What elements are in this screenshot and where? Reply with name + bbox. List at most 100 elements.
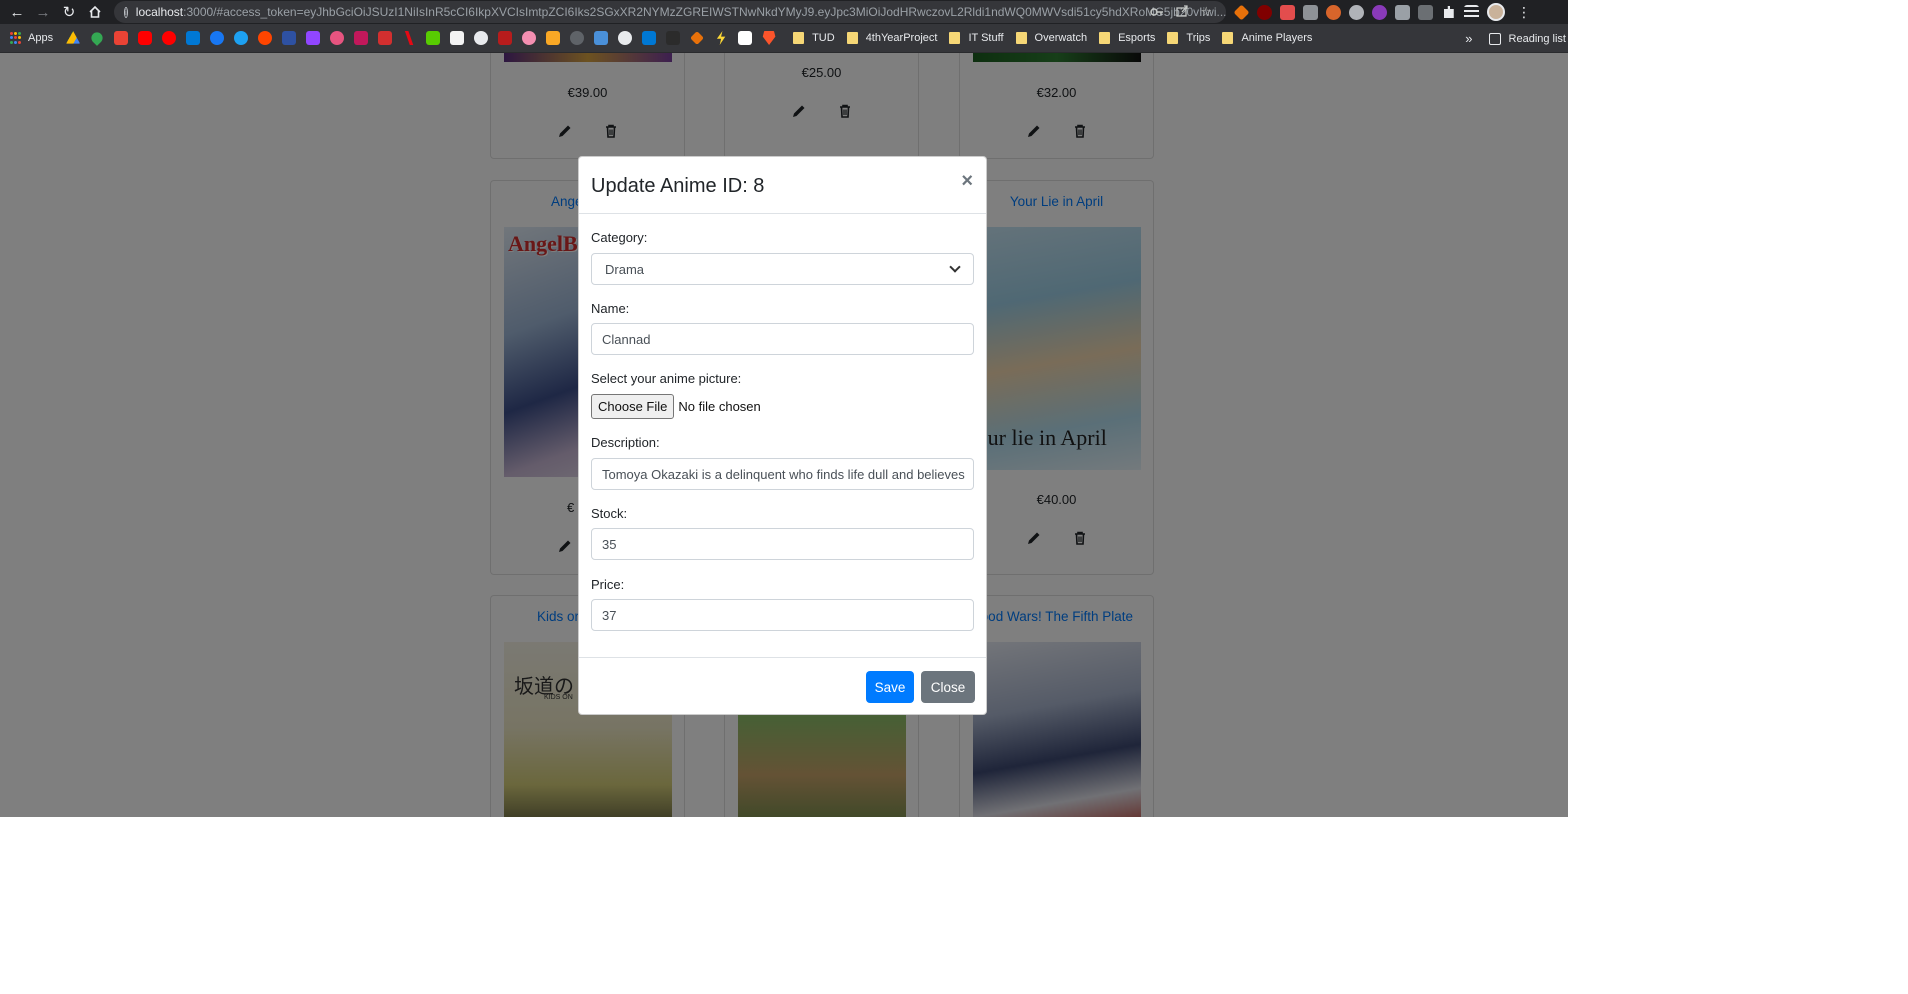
bookmark-folder-esports[interactable]: Esports xyxy=(1099,32,1155,44)
bookmark-orange-icon[interactable] xyxy=(546,31,561,45)
folder-label: Trips xyxy=(1186,32,1211,44)
address-bar[interactable]: i localhost:3000/#access_token=eyJhbGciO… xyxy=(114,1,1226,23)
url-rest: :3000/#access_token=eyJhbGciOiJSUzI1NiIs… xyxy=(183,5,1226,19)
folder-icon xyxy=(1015,32,1027,44)
modal-header: Update Anime ID: 8 × xyxy=(579,157,986,214)
save-button[interactable]: Save xyxy=(866,671,914,703)
more-bookmarks-chevron-icon[interactable]: » xyxy=(1465,31,1472,46)
bookmark-star-icon[interactable]: ☆ xyxy=(1200,4,1212,20)
folder-label: IT Stuff xyxy=(968,32,1004,44)
bookmark-diamond-icon[interactable] xyxy=(690,31,705,45)
home-icon[interactable] xyxy=(82,0,108,24)
extension-diamond-icon[interactable] xyxy=(1233,4,1250,20)
bookmark-folder-trips[interactable]: Trips xyxy=(1167,32,1210,44)
apps-label: Apps xyxy=(28,32,54,44)
modal-title: Update Anime ID: 8 xyxy=(591,175,765,197)
drive-icon[interactable] xyxy=(66,31,81,44)
menu-kebab-icon[interactable]: ⋮ xyxy=(1517,4,1531,21)
netflix-icon[interactable] xyxy=(404,31,414,45)
extension-screen-icon[interactable] xyxy=(1395,4,1410,20)
extension-purple-icon[interactable] xyxy=(1372,4,1387,20)
folder-label: Overwatch xyxy=(1034,32,1088,44)
folder-label: Anime Players xyxy=(1241,32,1313,44)
outlook-icon[interactable] xyxy=(186,31,201,45)
bookmark-dark-icon[interactable] xyxy=(498,31,513,45)
modal-footer-divider xyxy=(579,657,986,658)
bookmark-folder-4thyearproject[interactable]: 4thYearProject xyxy=(846,32,938,44)
bookmark-blue-square-icon[interactable] xyxy=(594,31,609,45)
price-input[interactable]: 37 xyxy=(591,599,974,631)
puzzle-icon[interactable] xyxy=(1444,6,1454,18)
description-input[interactable]: Tomoya Okazaki is a delinquent who finds… xyxy=(591,458,974,490)
category-select[interactable]: Drama xyxy=(591,253,974,285)
profile-avatar[interactable] xyxy=(1487,3,1505,21)
apps-grid-icon xyxy=(10,32,22,44)
site-info-icon[interactable]: i xyxy=(124,6,128,18)
name-input[interactable]: Clannad xyxy=(591,323,974,355)
file-input[interactable]: Choose File No file chosen xyxy=(591,394,761,419)
brave-icon[interactable] xyxy=(762,31,776,45)
extension-face-icon[interactable] xyxy=(1349,4,1364,20)
description-label: Description: xyxy=(591,435,660,450)
bookmark-globe-icon[interactable] xyxy=(474,31,489,45)
price-label: Price: xyxy=(591,577,625,592)
bookmark-folder-tud[interactable]: TUD xyxy=(793,32,835,44)
folder-label: Esports xyxy=(1118,32,1156,44)
reading-list-icon[interactable] xyxy=(1488,32,1501,45)
bookmark-folder-anime-players[interactable]: Anime Players xyxy=(1222,32,1312,44)
reddit-icon[interactable] xyxy=(258,31,273,45)
extensions-area: ⋮ xyxy=(1233,0,1531,24)
bookmark-pink-icon[interactable] xyxy=(330,31,345,45)
facebook-icon[interactable] xyxy=(210,31,225,45)
close-x-icon[interactable]: × xyxy=(961,171,973,191)
choose-file-button[interactable]: Choose File xyxy=(591,394,675,419)
twitch-icon[interactable] xyxy=(306,31,321,45)
bookmark-ninja-icon[interactable] xyxy=(378,31,393,45)
key-icon[interactable] xyxy=(1150,5,1164,20)
queue-icon[interactable] xyxy=(1464,4,1479,20)
extension-fox-icon[interactable] xyxy=(1326,4,1341,20)
maps-icon[interactable] xyxy=(89,30,105,46)
update-anime-modal: Update Anime ID: 8 × Category: Drama Nam… xyxy=(578,156,987,715)
folder-icon xyxy=(793,32,805,44)
stock-input[interactable]: 35 xyxy=(591,528,974,560)
azure-devops-icon[interactable] xyxy=(642,31,657,45)
bookmark-black-icon[interactable] xyxy=(666,31,681,45)
bookmark-pink-circle-icon[interactable] xyxy=(522,31,537,45)
name-label: Name: xyxy=(591,301,630,316)
bookmark-apps[interactable]: Apps xyxy=(10,32,53,44)
browser-toolbar: ← → ↻ i localhost:3000/#access_token=eyJ… xyxy=(0,0,1568,24)
bookmark-folder-it-stuff[interactable]: IT Stuff xyxy=(949,32,1004,44)
bookmark-anime-icon[interactable] xyxy=(354,31,369,45)
extension-red-icon[interactable] xyxy=(1280,4,1295,20)
share-icon[interactable] xyxy=(1176,4,1188,20)
bookmarks-bar: Apps TUD 4thYearProject IT Stuff Overwat… xyxy=(0,24,1568,53)
chevron-down-icon xyxy=(949,261,961,273)
back-arrow-icon[interactable]: ← xyxy=(4,0,30,24)
extension-grey-icon[interactable] xyxy=(1303,4,1318,20)
folder-icon xyxy=(949,32,961,44)
github-icon[interactable] xyxy=(618,31,633,45)
twitter-icon[interactable] xyxy=(234,31,249,45)
youtube-icon[interactable] xyxy=(138,31,153,45)
picture-label: Select your anime picture: xyxy=(591,371,742,386)
bookmark-notion-icon[interactable] xyxy=(738,31,753,45)
myanimelist-icon[interactable] xyxy=(282,31,297,45)
bookmark-folder-overwatch[interactable]: Overwatch xyxy=(1015,32,1088,44)
folder-icon xyxy=(1222,32,1234,44)
folder-label: 4thYearProject xyxy=(865,32,938,44)
close-button[interactable]: Close xyxy=(921,671,975,703)
reload-icon[interactable]: ↻ xyxy=(56,0,82,24)
folder-icon xyxy=(1167,32,1179,44)
bookmark-circle-icon[interactable] xyxy=(570,31,585,45)
amazon-icon[interactable] xyxy=(450,31,465,45)
gmail-icon[interactable] xyxy=(114,31,129,45)
extension-ublock-icon[interactable] xyxy=(1257,4,1272,20)
bookmark-bolt-icon[interactable] xyxy=(716,31,726,45)
extension-camera-icon[interactable] xyxy=(1418,4,1433,20)
youtube-music-icon[interactable] xyxy=(162,31,177,45)
duolingo-icon[interactable] xyxy=(426,31,441,45)
folder-icon xyxy=(1099,32,1111,44)
reading-list-label[interactable]: Reading list xyxy=(1509,33,1566,45)
forward-arrow-icon[interactable]: → xyxy=(30,0,56,24)
